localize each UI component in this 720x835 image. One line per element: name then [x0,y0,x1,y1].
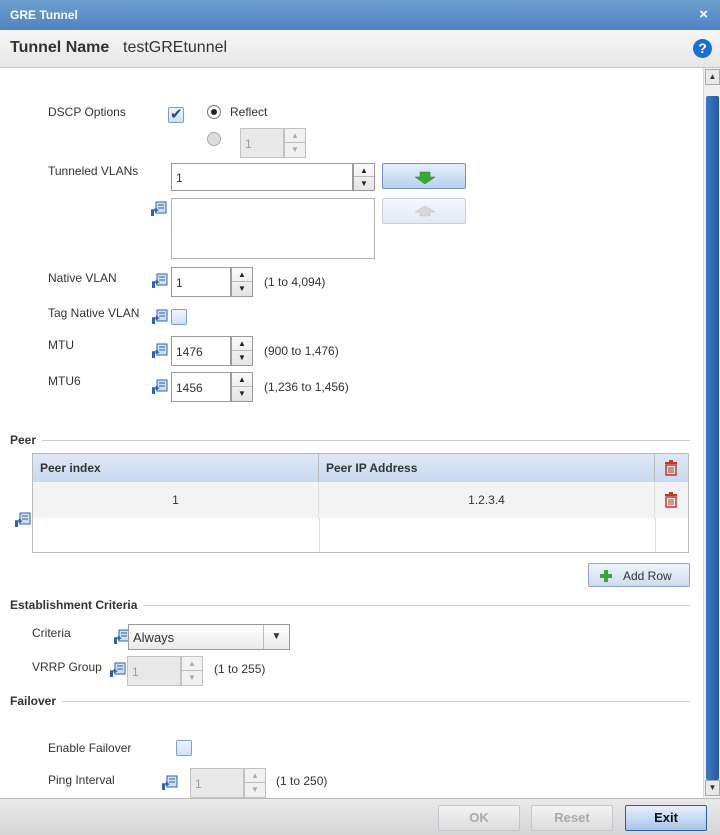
ping-interval-input[interactable]: 1 [190,768,244,798]
dialog-title: GRE Tunnel [10,8,78,22]
mtu-stepper[interactable]: ▲ ▼ [231,336,253,366]
vrrp-group-range: (1 to 255) [214,662,266,676]
scroll-up-icon[interactable]: ▲ [705,69,720,85]
mtu-label: MTU [48,338,74,352]
native-vlan-input[interactable]: 1 [171,267,231,297]
criteria-select[interactable]: Always ▼ [128,624,290,650]
vrrp-group-input[interactable]: 1 [127,656,181,686]
scroll-down-icon[interactable]: ▼ [705,780,720,796]
add-vlan-button[interactable] [382,163,466,189]
remove-vlan-button[interactable] [382,198,466,224]
tunnel-name-label: Tunnel Name [10,39,110,56]
peer-row-index[interactable]: 1 [33,482,319,518]
ping-interval-stepper[interactable]: ▲ ▼ [244,768,266,798]
close-icon[interactable]: × [699,6,708,23]
dscp-value-stepper[interactable]: ▲ ▼ [284,128,306,158]
tag-native-vlan-checkbox[interactable] [171,309,187,325]
failover-section-title: Failover [10,694,63,708]
exit-button[interactable]: Exit [625,805,707,831]
tunnel-header: Tunnel Name testGREtunnel ? [0,30,720,68]
criteria-select-value: Always [133,630,175,645]
scroll-thumb[interactable] [706,96,719,780]
form-content: DSCP Options Reflect 1 ▲▼ Tunneled VLANs… [0,68,703,798]
mtu6-variable-icon[interactable] [151,379,169,395]
ping-interval-label: Ping Interval [48,773,115,787]
peer-row-ip[interactable]: 1.2.3.4 [319,482,655,518]
native-vlan-range: (1 to 4,094) [264,275,326,289]
vertical-scrollbar[interactable]: ▲ ▼ [703,68,720,798]
peer-table: Peer index Peer IP Address 1 1.2.3.4 [32,453,689,553]
reset-button[interactable]: Reset [531,805,613,831]
arrow-down-icon [414,171,436,185]
tunneled-vlans-label: Tunneled VLANs [48,164,139,178]
tunnel-name-value: testGREtunnel [123,39,228,56]
tunneled-vlans-stepper[interactable]: ▲ ▼ [353,163,375,191]
vrrp-variable-icon[interactable] [109,662,127,678]
variable-pin-icon[interactable] [150,201,168,217]
mtu6-range: (1,236 to 1,456) [264,380,349,394]
native-vlan-stepper[interactable]: ▲ ▼ [231,267,253,297]
tag-native-vlan-variable-icon[interactable] [151,309,169,325]
enable-failover-checkbox[interactable] [176,740,192,756]
tunneled-vlans-input[interactable]: 1 [171,163,353,191]
plus-icon [600,570,612,582]
dscp-value-field[interactable]: 1 [240,128,284,158]
mtu6-stepper[interactable]: ▲ ▼ [231,372,253,402]
native-vlan-label: Native VLAN [48,271,117,285]
mtu-input[interactable]: 1476 [171,336,231,366]
enable-failover-label: Enable Failover [48,741,132,755]
dscp-value-radio[interactable] [207,132,221,146]
vrrp-group-stepper[interactable]: ▲ ▼ [181,656,203,686]
add-row-button[interactable]: Add Row [588,563,690,587]
tunneled-vlans-list[interactable] [171,198,375,259]
dscp-options-checkbox[interactable] [168,105,184,123]
peer-divider [10,440,690,441]
delete-row-icon[interactable] [664,492,678,508]
tag-native-vlan-label: Tag Native VLAN [48,306,140,320]
establishment-section-title: Establishment Criteria [10,598,144,612]
mtu-variable-icon[interactable] [151,343,169,359]
arrow-up-icon [414,205,436,217]
dscp-reflect-radio[interactable] [207,105,221,119]
peer-row-delete-cell [655,482,688,518]
mtu6-label: MTU6 [48,374,81,388]
mtu6-input[interactable]: 1456 [171,372,231,402]
criteria-label: Criteria [32,626,71,640]
mtu-range: (900 to 1,476) [264,344,339,358]
native-vlan-variable-icon[interactable] [151,273,169,289]
ok-button[interactable]: OK [438,805,520,831]
delete-all-icon[interactable] [664,460,678,476]
dialog-footer: OK Reset Exit [0,798,720,835]
failover-divider [10,701,690,702]
chevron-down-icon: ▼ [263,625,289,649]
trash-header-cell [655,454,688,482]
peer-ip-header[interactable]: Peer IP Address [319,454,655,482]
ping-interval-range: (1 to 250) [276,774,328,788]
add-row-label: Add Row [623,569,672,583]
vrrp-group-label: VRRP Group [32,660,102,674]
help-icon[interactable]: ? [693,39,712,58]
peer-section-title: Peer [10,433,43,447]
dscp-options-label: DSCP Options [48,105,126,119]
ping-variable-icon[interactable] [161,775,179,791]
dialog-title-bar: GRE Tunnel × [0,0,720,30]
peer-index-header[interactable]: Peer index [33,454,319,482]
dscp-reflect-label: Reflect [230,105,268,119]
peer-variable-icon[interactable] [14,512,32,528]
